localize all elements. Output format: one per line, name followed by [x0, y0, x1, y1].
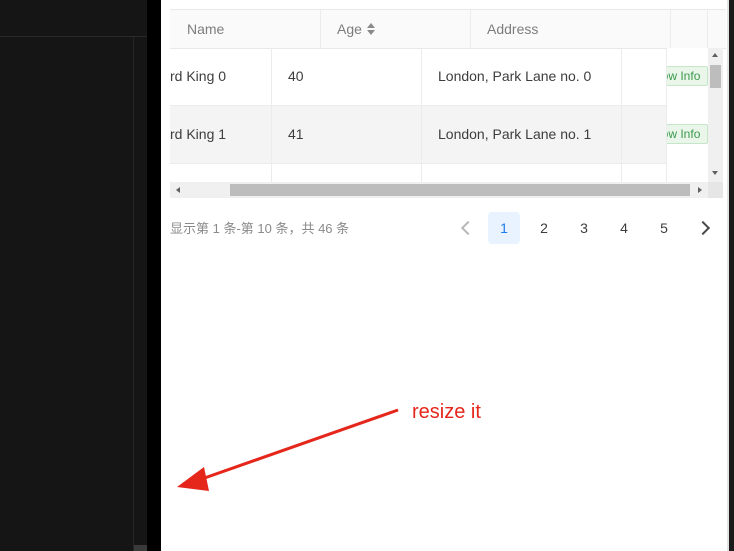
annotation-text: resize it	[412, 401, 481, 423]
red-arrow-icon	[177, 408, 399, 491]
